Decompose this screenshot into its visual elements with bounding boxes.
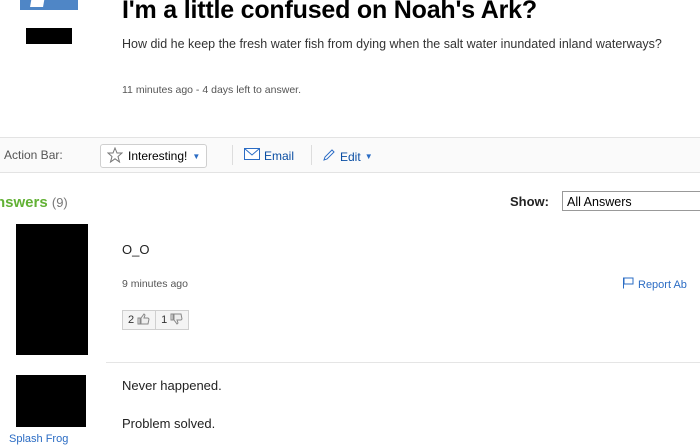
- vote-controls: 2 1: [122, 310, 190, 330]
- envelope-icon: [244, 148, 260, 163]
- answer-time: 9 minutes ago: [122, 278, 188, 290]
- answers-title: nswers: [0, 194, 48, 211]
- question-title: I'm a little confused on Noah's Ark?: [122, 0, 537, 24]
- answerer-avatar-redacted: [16, 375, 86, 427]
- star-icon: [106, 146, 124, 166]
- email-button[interactable]: Email: [244, 148, 294, 163]
- show-filter-select[interactable]: All Answers: [562, 191, 700, 211]
- separator: [311, 145, 312, 165]
- answerer-name-link[interactable]: Splash Frog: [9, 433, 68, 445]
- asker-avatar: [20, 0, 78, 10]
- edit-button[interactable]: Edit ▼: [322, 148, 373, 165]
- interesting-label: Interesting!: [128, 149, 188, 163]
- thumbs-up-button[interactable]: 2: [122, 310, 157, 330]
- report-label: Report Ab: [638, 278, 687, 291]
- separator: [232, 145, 233, 165]
- answers-count: (9): [51, 195, 68, 210]
- answer-text-line: Never happened.: [122, 378, 222, 393]
- thumbs-down-count: 1: [161, 314, 168, 326]
- answer-text-line: Problem solved.: [122, 416, 216, 431]
- action-bar-label: Action Bar:: [4, 148, 63, 162]
- interesting-button[interactable]: Interesting! ▼: [100, 144, 208, 168]
- thumbs-down-button[interactable]: 1: [156, 310, 190, 330]
- answer-text: O_O: [122, 242, 150, 257]
- asker-name-redacted: [26, 28, 72, 44]
- question-body: How did he keep the fresh water fish fro…: [122, 37, 662, 51]
- action-bar: Action Bar: Interesting! ▼ Email Edit ▼: [0, 137, 700, 173]
- thumbs-up-icon: [137, 312, 150, 328]
- show-filter-label: Show:: [510, 194, 549, 209]
- chevron-down-icon: ▼: [364, 152, 373, 161]
- report-abuse-link[interactable]: Report Ab: [622, 277, 687, 292]
- thumbs-up-count: 2: [128, 314, 135, 326]
- email-label: Email: [264, 148, 295, 163]
- pencil-icon: [322, 148, 336, 165]
- thumbs-down-icon: [170, 313, 183, 328]
- answer-divider: [106, 362, 700, 363]
- chevron-down-icon: ▼: [192, 151, 201, 161]
- edit-label: Edit: [340, 149, 361, 164]
- answerer-avatar-redacted: [16, 224, 88, 355]
- flag-icon: [622, 277, 634, 292]
- answers-heading: nswers (9): [0, 194, 68, 211]
- question-meta: 11 minutes ago - 4 days left to answer.: [122, 84, 301, 96]
